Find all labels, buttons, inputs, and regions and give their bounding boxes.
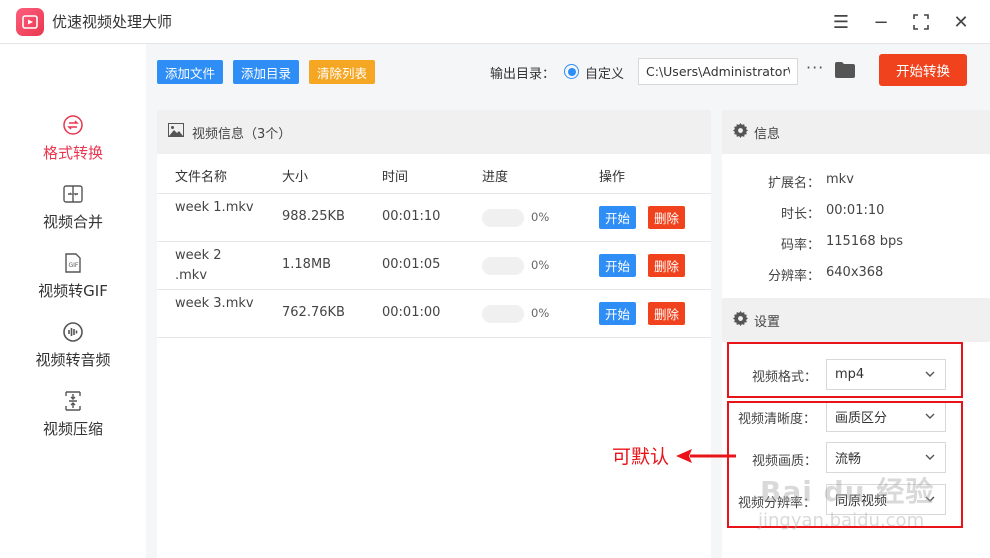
toolbar: 添加文件 添加目录 清除列表 输出目录： 自定义 ··· 开始转换 (146, 44, 990, 98)
output-path-input[interactable] (638, 58, 798, 85)
watermark-url: jingyan.baidu.com (758, 510, 925, 531)
file-size: 1.18MB (282, 257, 332, 272)
file-duration: 00:01:05 (382, 257, 441, 272)
app-title: 优速视频处理大师 (52, 13, 173, 31)
sidebar-item-gif[interactable]: GIF 视频转GIF (0, 252, 146, 301)
sidebar-item-compress[interactable]: 视频压缩 (0, 390, 146, 439)
title-bar: 优速视频处理大师 ☰ − ✕ (0, 0, 990, 44)
start-button[interactable]: 开始 (599, 302, 637, 325)
compress-icon (62, 390, 84, 412)
sidebar-item-label: 视频转音频 (35, 351, 111, 369)
column-header: 文件名称 (175, 170, 228, 185)
sidebar-item-format-convert[interactable]: 格式转换 (0, 114, 146, 163)
sidebar-item-label: 视频合并 (42, 213, 103, 231)
settings-panel-header: 设置 (722, 298, 990, 342)
sidebar-item-label: 格式转换 (42, 144, 103, 162)
file-name: week 3.mkv (175, 296, 254, 311)
audio-icon (62, 321, 84, 343)
custom-output-label[interactable]: 自定义 (585, 63, 624, 82)
sidebar-item-label: 视频转GIF (38, 282, 108, 300)
folder-icon[interactable] (834, 61, 856, 83)
sidebar-item-label: 视频压缩 (42, 420, 103, 438)
sidebar: 格式转换 视频合并 GIF 视频转GIF 视频转音频 视频压缩 (0, 44, 146, 558)
annotation-arrow-icon (676, 449, 736, 463)
start-button[interactable]: 开始 (599, 206, 637, 229)
maximize-icon[interactable] (902, 6, 940, 38)
clear-list-button[interactable]: 清除列表 (309, 60, 376, 84)
info-key: 时长： (780, 207, 820, 222)
highlight-box-format (727, 342, 963, 398)
delete-button[interactable]: 删除 (648, 302, 686, 325)
merge-icon (62, 183, 84, 205)
info-panel-title: 信息 (754, 126, 781, 142)
sidebar-item-audio[interactable]: 视频转音频 (0, 321, 146, 370)
info-value: 00:01:10 (826, 203, 885, 218)
progress-bar (482, 305, 524, 323)
sidebar-item-merge[interactable]: 视频合并 (0, 183, 146, 232)
info-value: 115168 bps (826, 234, 904, 249)
format-convert-icon (62, 114, 84, 136)
progress-text: 0% (531, 258, 550, 272)
file-panel-header: 视频信息（3个） (157, 110, 711, 154)
start-convert-button[interactable]: 开始转换 (879, 54, 967, 86)
column-header: 大小 (282, 170, 309, 185)
menu-icon[interactable]: ☰ (822, 6, 860, 38)
delete-button[interactable]: 删除 (648, 206, 686, 229)
progress-text: 0% (531, 306, 550, 320)
gear-icon (733, 122, 748, 142)
info-value: mkv (826, 172, 854, 187)
image-icon (168, 123, 184, 141)
more-options-icon[interactable]: ··· (806, 58, 824, 77)
table-row[interactable]: week 2 .mkv 1.18MB 00:01:05 0% 开始 删除 (157, 242, 711, 290)
delete-button[interactable]: 删除 (648, 254, 686, 277)
app-logo-icon (16, 7, 44, 36)
info-key: 分辨率： (767, 269, 820, 284)
file-size: 988.25KB (282, 209, 345, 224)
gif-icon: GIF (62, 252, 84, 274)
annotation-text: 可默认 (612, 446, 670, 468)
close-icon[interactable]: ✕ (942, 6, 980, 38)
output-dir-label: 输出目录： (490, 67, 556, 82)
info-key: 码率： (780, 238, 820, 253)
file-duration: 00:01:00 (382, 305, 441, 320)
info-key: 扩展名： (767, 176, 820, 191)
file-duration: 00:01:10 (382, 209, 441, 224)
column-header: 进度 (482, 170, 509, 185)
watermark: Bai du 经验 (760, 475, 935, 508)
custom-output-radio[interactable] (564, 64, 579, 79)
info-panel-header: 信息 (722, 110, 990, 154)
table-row[interactable]: week 3.mkv 762.76KB 00:01:00 0% 开始 删除 (157, 290, 711, 338)
svg-text:GIF: GIF (69, 262, 79, 269)
file-panel-title: 视频信息（3个） (192, 126, 292, 142)
progress-text: 0% (531, 210, 550, 224)
progress-bar (482, 209, 524, 227)
settings-panel-title: 设置 (754, 314, 781, 330)
gear-icon (733, 310, 748, 330)
file-name: week 1.mkv (175, 200, 254, 215)
minimize-icon[interactable]: − (862, 6, 900, 38)
file-name: week 2 .mkv (175, 248, 222, 283)
column-header: 操作 (599, 170, 626, 185)
start-button[interactable]: 开始 (599, 254, 637, 277)
file-size: 762.76KB (282, 305, 345, 320)
add-directory-button[interactable]: 添加目录 (233, 60, 300, 84)
progress-bar (482, 257, 524, 275)
add-file-button[interactable]: 添加文件 (157, 60, 224, 84)
table-header: 文件名称 大小 时间 进度 操作 (157, 154, 711, 194)
column-header: 时间 (382, 170, 409, 185)
info-value: 640x368 (826, 265, 884, 280)
table-row[interactable]: week 1.mkv 988.25KB 00:01:10 0% 开始 删除 (157, 194, 711, 242)
